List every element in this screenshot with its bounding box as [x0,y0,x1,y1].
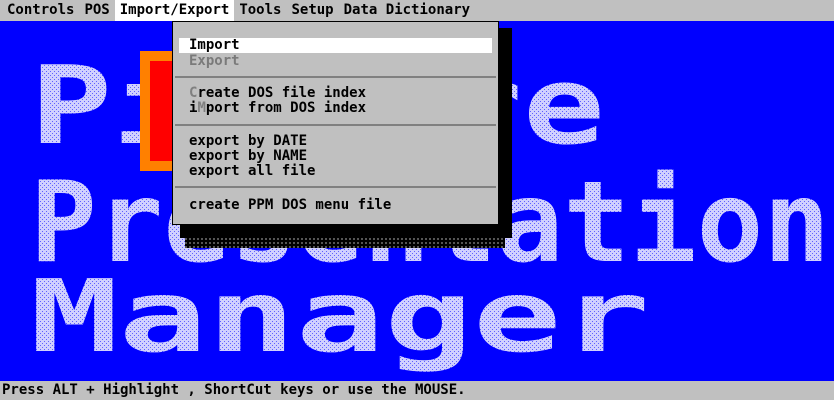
menu-item-create-dos-file-index[interactable]: Create DOS file index [179,86,492,101]
hotkey-m: M [197,100,206,116]
menu-item-import[interactable]: Import [179,38,492,53]
menu-item-export-by-name[interactable]: export by NAME [179,149,492,164]
menu-controls[interactable]: Controls [2,0,79,21]
menu-item-create-rest: reate DOS file index [197,85,367,101]
separator-2 [175,124,496,126]
menu-item-create-ppm-dos-menu-file[interactable]: create PPM DOS menu file [179,198,492,213]
separator-3 [175,186,496,188]
menu-item-import-from-dos-index[interactable]: iMport from DOS index [179,101,492,116]
menu-pos[interactable]: POS [79,0,114,21]
menu-item-export-by-date[interactable]: export by DATE [179,134,492,149]
menu-item-import-post: port from DOS index [205,100,367,116]
import-export-dropdown: Import Export Create DOS file index iMpo… [172,21,499,225]
banner-line-3: Manager [30,258,650,375]
separator-1 [175,76,496,78]
menu-bar: Controls POS Import/Export Tools Setup D… [0,0,834,21]
menu-setup[interactable]: Setup [286,0,338,21]
menu-import-export[interactable]: Import/Export [114,0,235,21]
status-bar: Press ALT + Highlight , ShortCut keys or… [0,381,834,400]
menu-data-dictionary[interactable]: Data Dictionary [339,0,475,21]
menu-item-export-all-file[interactable]: export all file [179,164,492,179]
menu-item-export[interactable]: Export [179,54,492,69]
menu-tools[interactable]: Tools [234,0,286,21]
